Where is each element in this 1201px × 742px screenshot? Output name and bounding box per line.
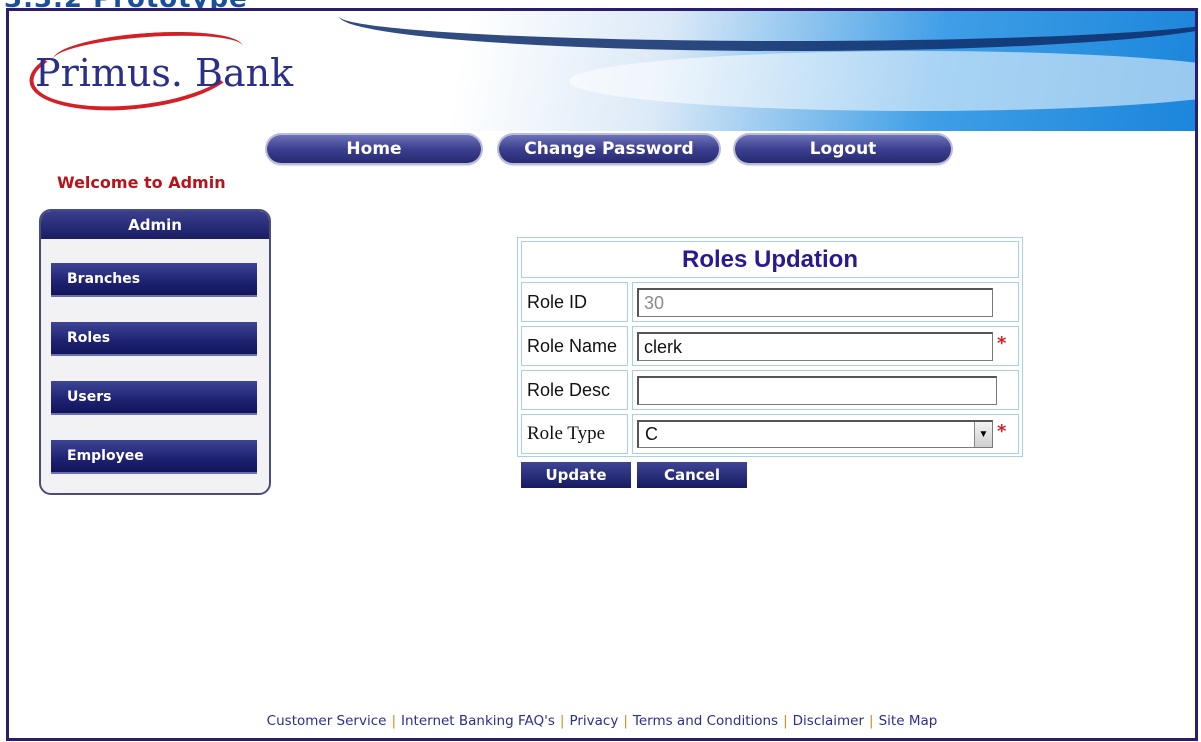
update-button[interactable]: Update — [521, 462, 631, 488]
role-id-input[interactable] — [637, 288, 993, 317]
role-type-selected-value: C — [645, 424, 658, 444]
role-type-cell: C ▼ * — [632, 414, 1019, 454]
sidebar-item-employee[interactable]: Employee — [51, 440, 257, 474]
footer-separator: | — [869, 713, 874, 729]
role-name-cell: * — [632, 326, 1019, 366]
role-id-label: Role ID — [521, 282, 628, 322]
banner-swoosh — [339, 11, 1195, 51]
footer-link-customer-service[interactable]: Customer Service — [267, 713, 387, 729]
footer-link-disclaimer[interactable]: Disclaimer — [793, 713, 864, 729]
role-type-label: Role Type — [521, 414, 628, 454]
form-title: Roles Updation — [521, 241, 1019, 278]
banner-highlight — [569, 51, 1195, 111]
cancel-button[interactable]: Cancel — [637, 462, 747, 488]
role-type-select[interactable]: C ▼ — [637, 420, 993, 448]
role-desc-cell — [632, 370, 1019, 410]
welcome-message: Welcome to Admin — [57, 173, 226, 192]
sidebar-item-roles[interactable]: Roles — [51, 322, 257, 356]
app-window: Primus. Bank Home Change Password Logout… — [6, 8, 1198, 741]
footer-link-privacy[interactable]: Privacy — [569, 713, 618, 729]
admin-sidebar: Admin Branches Roles Users Employee — [39, 209, 271, 495]
roles-updation-form: Roles Updation Role ID Role Name * Role … — [517, 237, 1023, 457]
nav-home-button[interactable]: Home — [267, 135, 481, 163]
footer-links: Customer Service | Internet Banking FAQ's |… — [9, 713, 1195, 729]
nav-change-password-button[interactable]: Change Password — [499, 135, 719, 163]
nav-logout-button[interactable]: Logout — [735, 135, 951, 163]
chevron-down-icon[interactable]: ▼ — [974, 422, 992, 447]
footer-separator: | — [559, 713, 565, 729]
footer-link-site-map[interactable]: Site Map — [879, 713, 938, 729]
sidebar-item-users[interactable]: Users — [51, 381, 257, 415]
role-desc-input[interactable] — [637, 376, 997, 405]
role-name-required-mark: * — [997, 333, 1007, 354]
footer-separator: | — [391, 713, 396, 729]
role-id-cell — [632, 282, 1019, 322]
bank-logo[interactable]: Primus. Bank — [25, 22, 347, 120]
logo-text: Primus. Bank — [35, 51, 294, 95]
footer-link-terms[interactable]: Terms and Conditions — [633, 713, 778, 729]
sidebar-item-branches[interactable]: Branches — [51, 263, 257, 297]
footer-link-faq[interactable]: Internet Banking FAQ's — [401, 713, 555, 729]
footer-separator: | — [623, 713, 628, 729]
sidebar-title: Admin — [41, 211, 269, 239]
role-name-label: Role Name — [521, 326, 628, 366]
role-type-required-mark: * — [997, 421, 1007, 442]
role-name-input[interactable] — [637, 332, 993, 361]
role-desc-label: Role Desc — [521, 370, 628, 410]
footer-separator: | — [783, 713, 788, 729]
